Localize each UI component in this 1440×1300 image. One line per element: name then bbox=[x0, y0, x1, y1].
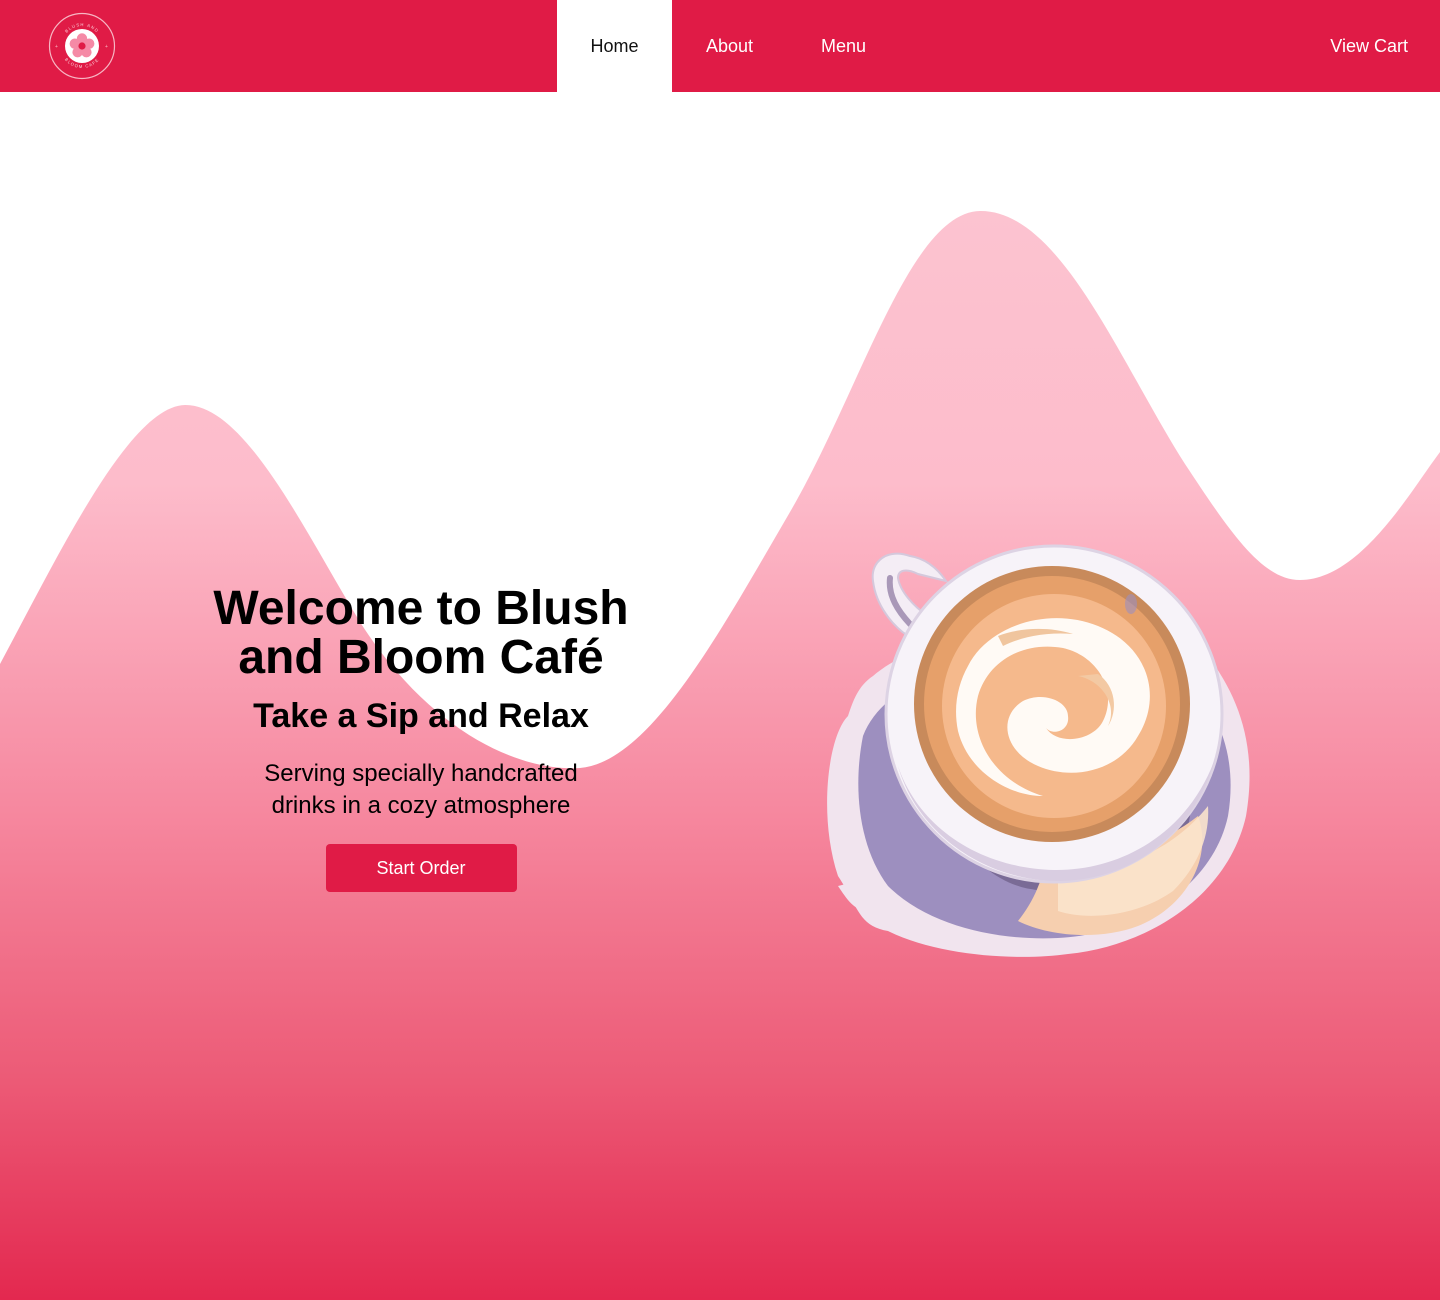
nav-link-about[interactable]: About bbox=[672, 0, 787, 92]
cafe-logo[interactable]: BLUSH AND BLOOM CAFE + + bbox=[48, 12, 116, 80]
view-cart-link[interactable]: View Cart bbox=[1330, 0, 1408, 92]
navbar: BLUSH AND BLOOM CAFE + + Home About Menu… bbox=[0, 0, 1440, 92]
svg-text:+: + bbox=[105, 44, 108, 50]
nav-link-home[interactable]: Home bbox=[557, 0, 672, 92]
main-nav: Home About Menu bbox=[557, 0, 900, 92]
hero-title: Welcome to Blush and Bloom Café bbox=[213, 582, 629, 684]
hero-section: Welcome to Blush and Bloom Café Take a S… bbox=[190, 584, 652, 892]
hero-description: Serving specially handcrafted drinks in … bbox=[264, 760, 578, 819]
flower-icon: BLUSH AND BLOOM CAFE + + bbox=[48, 12, 116, 80]
hero-subtitle: Take a Sip and Relax bbox=[253, 697, 589, 735]
start-order-button[interactable]: Start Order bbox=[325, 844, 517, 892]
svg-text:+: + bbox=[55, 44, 58, 50]
nav-link-menu[interactable]: Menu bbox=[787, 0, 900, 92]
latte-cup-illustration bbox=[827, 544, 1250, 957]
